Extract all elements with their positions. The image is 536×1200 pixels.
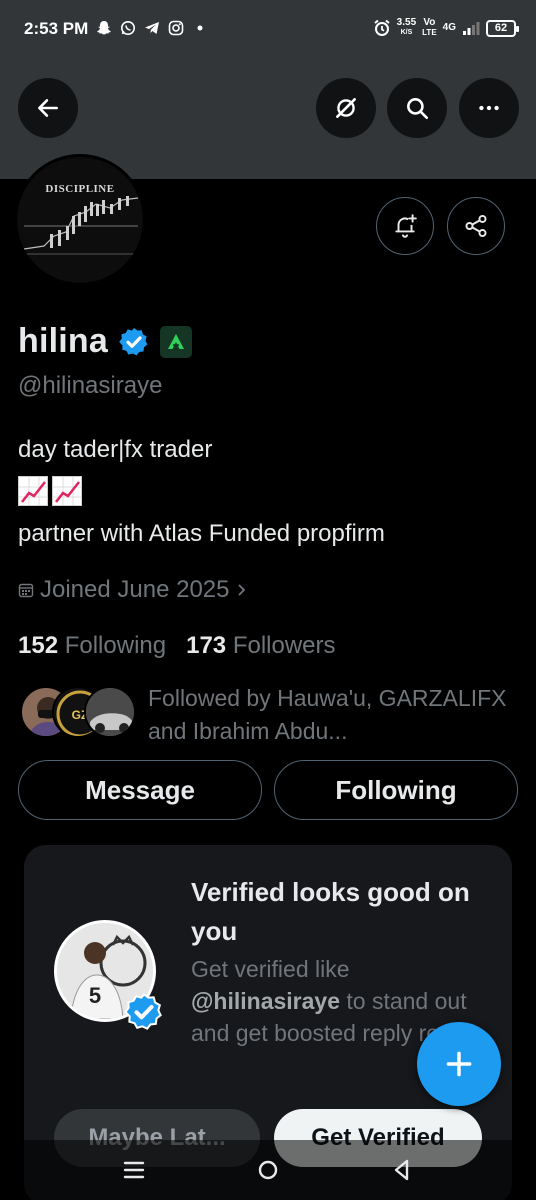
volte: Vo LTE <box>422 18 437 38</box>
compose-button[interactable] <box>417 1022 501 1106</box>
back-nav-icon[interactable] <box>388 1156 416 1184</box>
mutual-followers-avatars[interactable]: GZ <box>20 686 136 738</box>
avatar-image: DISCIPLINE <box>17 157 143 283</box>
verified-badge-icon[interactable] <box>118 326 150 358</box>
display-name: hilina <box>18 322 108 360</box>
notification-icons <box>96 20 208 36</box>
mutual-avatar-3 <box>84 686 136 738</box>
notify-button[interactable] <box>376 197 434 255</box>
search-icon <box>407 98 429 120</box>
status-bar: 2:53 PM 3.55 K/S Vo LTE 4G 62 <box>0 0 536 60</box>
following-link[interactable]: 152 Following <box>18 632 166 660</box>
message-button[interactable]: Message <box>18 760 262 820</box>
more-horizontal-icon <box>479 105 499 111</box>
bio-emojis <box>18 476 86 506</box>
atlas-logo-icon <box>168 333 184 349</box>
net-speed-value: 3.55 <box>396 17 417 28</box>
calendar-icon <box>18 583 34 598</box>
profile-avatar[interactable]: DISCIPLINE <box>14 154 146 286</box>
candlestick-chart-image <box>23 196 139 255</box>
telegram-icon <box>145 22 159 34</box>
bio-line-3: partner with Atlas Funded propfirm <box>18 520 385 547</box>
svg-text:5: 5 <box>89 983 101 1008</box>
whatsapp-icon <box>121 21 135 35</box>
snapchat-icon <box>97 21 111 35</box>
bell-plus-icon <box>395 214 417 238</box>
recents-icon[interactable] <box>120 1156 148 1184</box>
chevron-right-icon <box>237 584 245 596</box>
promo-desc-handle: @hilinasiraye <box>191 988 340 1014</box>
search-button[interactable] <box>387 78 447 138</box>
avatar-caption: DISCIPLINE <box>45 183 115 195</box>
user-handle: @hilinasiraye <box>18 372 163 399</box>
joined-date: Joined June 2025 <box>40 576 230 603</box>
followers-link[interactable]: 173 Followers <box>186 632 335 660</box>
bio-line-1: day tader|fx trader <box>18 436 213 463</box>
grok-icon <box>336 98 356 118</box>
instagram-icon <box>168 20 184 36</box>
net-speed: 3.55 K/S <box>397 18 416 38</box>
status-time: 2:53 PM <box>24 19 89 38</box>
plus-icon <box>446 1051 472 1077</box>
followed-by-text[interactable]: Followed by Hauwa'u, GARZALIFX and Ibrah… <box>148 682 528 748</box>
chart-increasing-icon <box>52 476 82 506</box>
alarm-icon <box>374 19 390 36</box>
back-button[interactable] <box>18 78 78 138</box>
follow-counts: 152 Following 173 Followers <box>18 632 336 660</box>
home-icon[interactable] <box>254 1156 282 1184</box>
share-icon <box>465 214 487 238</box>
verified-badge-icon <box>124 993 162 1030</box>
dot-icon <box>197 25 203 31</box>
share-button[interactable] <box>447 197 505 255</box>
status-right: 3.55 K/S Vo LTE 4G 62 <box>373 18 519 38</box>
grok-button[interactable] <box>316 78 376 138</box>
network-type: 4G <box>442 22 456 33</box>
system-nav-bar <box>0 1140 536 1200</box>
volte-label: Vo <box>423 17 436 28</box>
affiliate-badge-icon[interactable] <box>160 325 192 358</box>
volte-sub: LTE <box>422 28 437 37</box>
name-row: hilina <box>18 322 192 361</box>
more-button[interactable] <box>459 78 519 138</box>
chart-increasing-icon <box>18 476 48 506</box>
following-label: Following <box>64 632 167 659</box>
followers-count: 173 <box>186 632 227 659</box>
following-button[interactable]: Following <box>274 760 518 820</box>
net-speed-unit: K/S <box>400 29 413 36</box>
signal-icon <box>463 22 480 35</box>
joined-row[interactable]: Joined June 2025 <box>18 576 248 604</box>
arrow-left-icon <box>38 99 58 117</box>
promo-desc-prefix: Get verified like <box>191 956 350 982</box>
promo-title: Verified looks good on you <box>191 877 470 946</box>
following-count: 152 <box>18 632 59 659</box>
battery-indicator: 62 <box>486 19 519 37</box>
followers-label: Followers <box>232 632 336 659</box>
